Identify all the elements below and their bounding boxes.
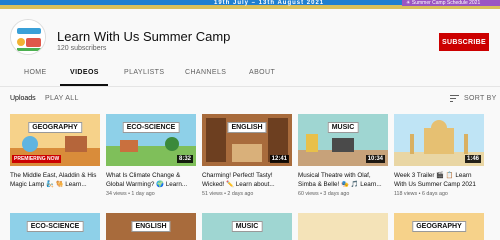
video-duration: 10:34 [365,155,385,163]
thumbnail-subject-label: GEOGRAPHY [412,221,466,232]
video-duration: 8:32 [176,155,193,163]
sort-icon [450,95,459,103]
video-title[interactable]: Musical Theatre with Olaf, Simba & Belle… [298,171,388,189]
tab-home[interactable]: HOME [24,69,47,76]
video-thumbnail[interactable]: 1:46 [394,114,484,166]
video-title[interactable]: The Middle East, Aladdin & His Magic Lam… [10,171,100,189]
video-duration: 12:41 [269,155,289,163]
video-thumbnail[interactable]: ENGLISH [106,213,196,240]
video-meta: 118 views • 6 days ago [394,191,448,197]
subscriber-count: 120 subscribers [57,45,107,52]
thumbnail-subject-label: ENGLISH [227,122,267,133]
video-thumbnail[interactable]: GEOGRAPHY PREMIERING NOW [10,114,100,166]
banner-dates: 19th July – 13th August 2021 [214,0,325,6]
video-card[interactable]: ECO-SCIENCE 8:32 What Is Climate Change … [106,114,196,197]
thumbnail-subject-label: ENGLISH [131,221,171,232]
channel-avatar[interactable] [10,19,46,55]
banner-schedule-badge: ☀ Summer Camp Schedule 2021 [402,0,500,6]
video-card[interactable]: GEOGRAPHY PREMIERING NOW The Middle East… [10,114,100,189]
tab-playlists[interactable]: PLAYLISTS [124,69,164,76]
tab-channels[interactable]: CHANNELS [185,69,226,76]
thumbnail-subject-label: ECO-SCIENCE [122,122,180,133]
video-thumbnail[interactable]: ECO-SCIENCE 8:32 [106,114,196,166]
video-card[interactable] [298,213,388,240]
video-meta: 51 views • 2 days ago [202,191,254,197]
video-thumbnail[interactable]: MUSIC 10:34 [298,114,388,166]
video-thumbnail[interactable] [298,213,388,240]
video-card[interactable]: ENGLISH 12:41 Charming! Perfect! Tasty! … [202,114,292,197]
video-duration: 1:46 [464,155,481,163]
tab-videos[interactable]: VIDEOS [70,69,99,76]
video-card[interactable]: MUSIC 10:34 Musical Theatre with Olaf, S… [298,114,388,197]
channel-name: Learn With Us Summer Camp [57,29,231,44]
video-card[interactable]: ENGLISH [106,213,196,240]
thumbnail-subject-label: GEOGRAPHY [28,122,82,133]
video-meta: 60 views • 3 days ago [298,191,350,197]
video-thumbnail[interactable]: ECO-SCIENCE [10,213,100,240]
thumbnail-subject-label: MUSIC [231,221,263,232]
channel-banner: 19th July – 13th August 2021 ☀ Summer Ca… [0,0,500,9]
video-thumbnail[interactable]: ENGLISH 12:41 [202,114,292,166]
uploads-dropdown[interactable]: Uploads [10,95,36,102]
video-title[interactable]: What Is Climate Change & Global Warming?… [106,171,196,189]
video-thumbnail[interactable]: GEOGRAPHY [394,213,484,240]
play-all-button[interactable]: PLAY ALL [45,95,79,102]
subscribe-button[interactable]: SUBSCRIBE [439,33,489,51]
video-card[interactable]: 1:46 Week 3 Trailer 🎬 📋 Learn With Us Su… [394,114,484,197]
video-card[interactable]: MUSIC [202,213,292,240]
thumbnail-subject-label: MUSIC [327,122,359,133]
thumbnail-subject-label: ECO-SCIENCE [26,221,84,232]
video-card[interactable]: GEOGRAPHY [394,213,484,240]
video-title[interactable]: Week 3 Trailer 🎬 📋 Learn With Us Summer … [394,171,484,189]
sort-by-button[interactable]: SORT BY [464,95,497,102]
active-tab-indicator [60,84,108,86]
video-thumbnail[interactable]: MUSIC [202,213,292,240]
video-card[interactable]: ECO-SCIENCE [10,213,100,240]
video-title[interactable]: Charming! Perfect! Tasty! Wicked! ✏️ Lea… [202,171,292,189]
video-meta: 34 views • 1 day ago [106,191,155,197]
tab-about[interactable]: ABOUT [249,69,275,76]
premiering-badge: PREMIERING NOW [12,155,62,163]
